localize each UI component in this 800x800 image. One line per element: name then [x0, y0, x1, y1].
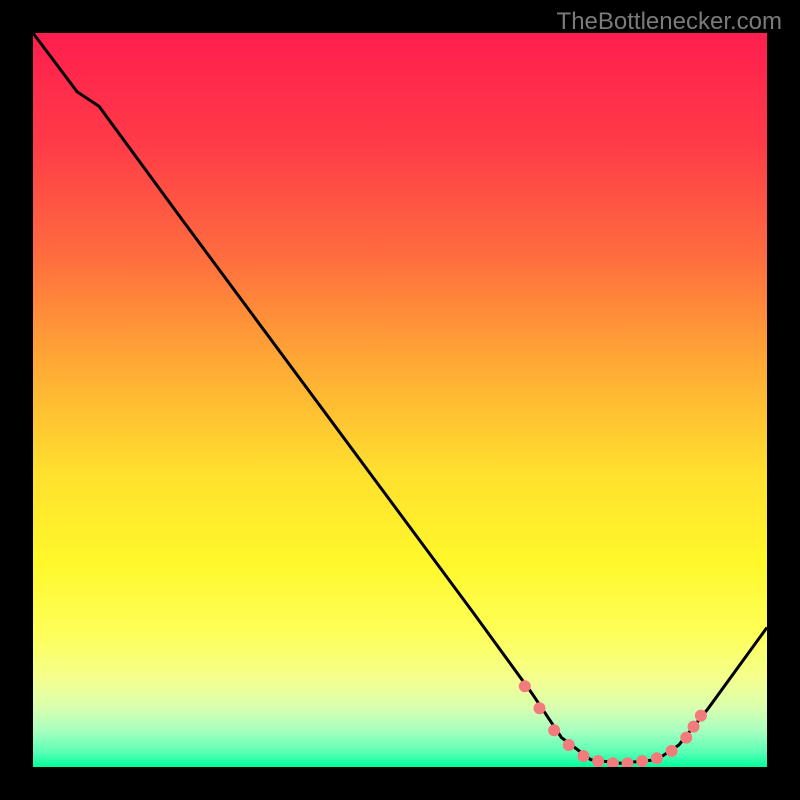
highlight-dot [636, 755, 648, 767]
chart-container [33, 33, 767, 767]
highlight-dot [607, 757, 619, 767]
highlight-dot [688, 721, 700, 733]
curve-overlay [33, 33, 767, 767]
watermark-text: TheBottlenecker.com [557, 8, 782, 36]
highlight-dot [592, 755, 604, 767]
highlight-dot [666, 745, 678, 757]
highlight-dot [563, 739, 575, 751]
highlight-dot [578, 750, 590, 762]
highlight-dot [695, 710, 707, 722]
highlight-dot [519, 680, 531, 692]
highlight-dot [651, 752, 663, 764]
bottleneck-curve [33, 33, 767, 763]
highlight-dot [680, 732, 692, 744]
highlight-dots [519, 680, 707, 767]
highlight-dot [534, 702, 546, 714]
highlight-dot [622, 757, 634, 767]
highlight-dot [548, 724, 560, 736]
